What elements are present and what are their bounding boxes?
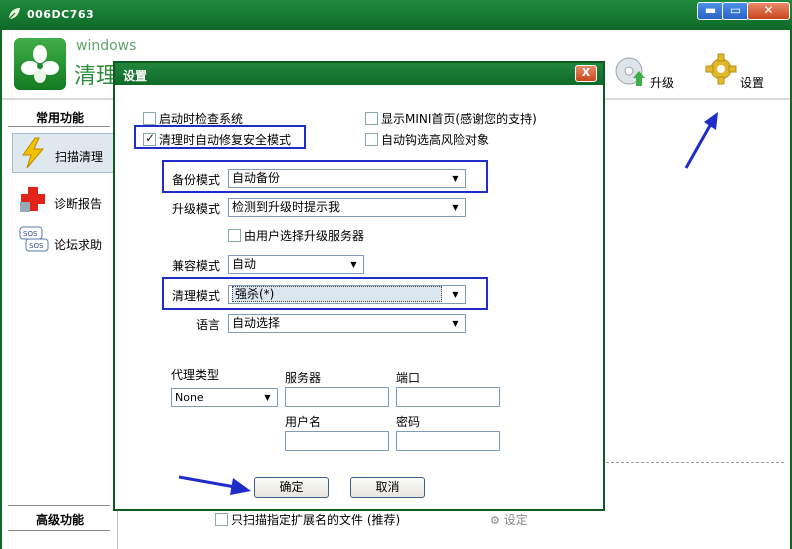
startup-check-label: 启动时检查系统 bbox=[159, 112, 244, 126]
dialog-title: 设置 bbox=[123, 69, 148, 83]
sidebar-divider bbox=[8, 126, 110, 127]
sidebar: 常用功能 扫描清理 诊断报告 SOS SOS 论坛求助 高级功能 bbox=[2, 100, 118, 549]
user-select-server-label: 由用户选择升级服务器 bbox=[244, 229, 365, 243]
chevron-down-icon: ▼ bbox=[452, 174, 459, 183]
language-value: 自动选择 bbox=[232, 316, 281, 330]
language-select[interactable]: 自动选择 ▼ bbox=[228, 314, 466, 333]
upgrade-mode-label: 升级模式 bbox=[172, 202, 221, 216]
gear-icon bbox=[705, 53, 737, 85]
password-input[interactable] bbox=[396, 431, 500, 451]
sidebar-section-advanced[interactable]: 高级功能 bbox=[2, 511, 118, 528]
clean-mode-value: 强杀(*) bbox=[232, 286, 442, 302]
upgrade-button[interactable]: 升级 bbox=[614, 56, 684, 92]
chevron-down-icon: ▼ bbox=[452, 290, 459, 299]
username-label: 用户名 bbox=[285, 415, 322, 429]
svg-text:SOS: SOS bbox=[29, 242, 44, 250]
red-cross-icon bbox=[20, 187, 45, 212]
minimize-button[interactable]: ▬ bbox=[697, 2, 724, 20]
sidebar-section-common: 常用功能 bbox=[35, 111, 84, 125]
sidebar-item-label: 论坛求助 bbox=[54, 238, 103, 252]
sidebar-item-scan[interactable]: 扫描清理 bbox=[12, 133, 116, 173]
annotation-arrow-ok bbox=[178, 475, 251, 495]
checkbox-box bbox=[215, 513, 228, 526]
main-divider bbox=[606, 462, 784, 463]
port-input[interactable] bbox=[396, 387, 500, 407]
chevron-down-icon: ▼ bbox=[264, 393, 271, 402]
chevron-down-icon: ▼ bbox=[350, 260, 357, 269]
show-mini-label: 显示MINI首页(感谢您的支持) bbox=[381, 112, 537, 126]
show-mini-checkbox[interactable]: 显示MINI首页(感谢您的支持) bbox=[365, 110, 537, 127]
auto-risk-checkbox[interactable]: 自动钩选高风险对象 bbox=[365, 131, 489, 148]
sos-icon: SOS SOS bbox=[19, 226, 49, 252]
checkbox-box bbox=[365, 133, 378, 146]
sidebar-divider bbox=[8, 505, 110, 506]
backup-mode-select[interactable]: 自动备份 ▼ bbox=[228, 169, 466, 188]
main-setting-label: 设定 bbox=[503, 513, 528, 527]
proxy-type-label: 代理类型 bbox=[171, 368, 220, 382]
dialog-body: 启动时检查系统 显示MINI首页(感谢您的支持) 清理时自动修复安全模式 自动钩… bbox=[115, 85, 603, 509]
cancel-button[interactable]: 取消 bbox=[350, 477, 425, 498]
compat-mode-label: 兼容模式 bbox=[172, 259, 221, 273]
checkbox-box bbox=[143, 112, 156, 125]
app-leaf-icon bbox=[7, 8, 20, 21]
svg-text:SOS: SOS bbox=[23, 230, 38, 238]
scan-ext-checkbox[interactable]: 只扫描指定扩展名的文件 (推荐) bbox=[215, 511, 400, 528]
chevron-down-icon: ▼ bbox=[452, 319, 459, 328]
app-logo bbox=[14, 38, 66, 90]
auto-risk-label: 自动钩选高风险对象 bbox=[381, 133, 490, 147]
checkbox-box bbox=[143, 131, 156, 146]
sidebar-item-label: 扫描清理 bbox=[55, 150, 104, 164]
maximize-button[interactable]: ▭ bbox=[722, 2, 749, 20]
sidebar-item-label: 诊断报告 bbox=[54, 197, 103, 211]
port-label: 端口 bbox=[396, 371, 421, 385]
backup-mode-label: 备份模式 bbox=[172, 173, 221, 187]
checkbox-box bbox=[365, 112, 378, 125]
sidebar-divider bbox=[8, 530, 110, 531]
clean-mode-label: 清理模式 bbox=[172, 289, 221, 303]
flower-logo-icon bbox=[21, 45, 59, 83]
language-label: 语言 bbox=[196, 318, 221, 332]
scan-ext-label: 只扫描指定扩展名的文件 (推荐) bbox=[231, 513, 401, 527]
lightning-icon bbox=[22, 137, 45, 169]
upgrade-disc-icon bbox=[615, 57, 645, 86]
annotation-arrow-settings bbox=[684, 112, 718, 169]
auto-repair-checkbox[interactable]: 清理时自动修复安全模式 bbox=[143, 131, 291, 148]
main-setting-link[interactable]: ⚙ 设定 bbox=[490, 511, 528, 528]
server-label: 服务器 bbox=[285, 371, 322, 385]
settings-label: 设置 bbox=[740, 76, 765, 90]
auto-repair-label: 清理时自动修复安全模式 bbox=[159, 133, 292, 147]
upgrade-mode-select[interactable]: 检测到升级时提示我 ▼ bbox=[228, 198, 466, 217]
clean-mode-select[interactable]: 强杀(*) ▼ bbox=[228, 285, 466, 304]
user-select-server-checkbox[interactable]: 由用户选择升级服务器 bbox=[228, 227, 364, 244]
username-input[interactable] bbox=[285, 431, 389, 451]
compat-mode-value: 自动 bbox=[232, 257, 257, 271]
upgrade-label: 升级 bbox=[650, 76, 675, 90]
gear-icon: ⚙ bbox=[490, 514, 500, 527]
ok-button[interactable]: 确定 bbox=[254, 477, 329, 498]
brand-main-text: 清理 bbox=[74, 64, 119, 89]
server-input[interactable] bbox=[285, 387, 389, 407]
settings-button[interactable]: 设置 bbox=[704, 53, 784, 92]
dialog-titlebar: 设置 X bbox=[115, 63, 603, 85]
sidebar-item-forum[interactable]: SOS SOS 论坛求助 bbox=[12, 222, 116, 262]
app-titlebar: 006DC763 ▬ ▭ ✕ bbox=[0, 0, 792, 30]
settings-dialog: 设置 X 启动时检查系统 显示MINI首页(感谢您的支持) 清理时自动修复安全模… bbox=[113, 61, 605, 511]
upgrade-mode-value: 检测到升级时提示我 bbox=[232, 200, 341, 214]
proxy-type-select[interactable]: None ▼ bbox=[171, 388, 278, 407]
window-title: 006DC763 bbox=[27, 8, 95, 21]
chevron-down-icon: ▼ bbox=[452, 203, 459, 212]
backup-mode-value: 自动备份 bbox=[232, 171, 281, 185]
checkbox-box bbox=[228, 229, 241, 242]
close-button[interactable]: ✕ bbox=[747, 2, 790, 20]
compat-mode-select[interactable]: 自动 ▼ bbox=[228, 255, 364, 274]
dialog-close-button[interactable]: X bbox=[575, 65, 597, 82]
sidebar-item-report[interactable]: 诊断报告 bbox=[12, 181, 116, 221]
proxy-type-value: None bbox=[175, 391, 204, 404]
password-label: 密码 bbox=[396, 415, 421, 429]
brand-windows-text: windows bbox=[76, 38, 137, 54]
